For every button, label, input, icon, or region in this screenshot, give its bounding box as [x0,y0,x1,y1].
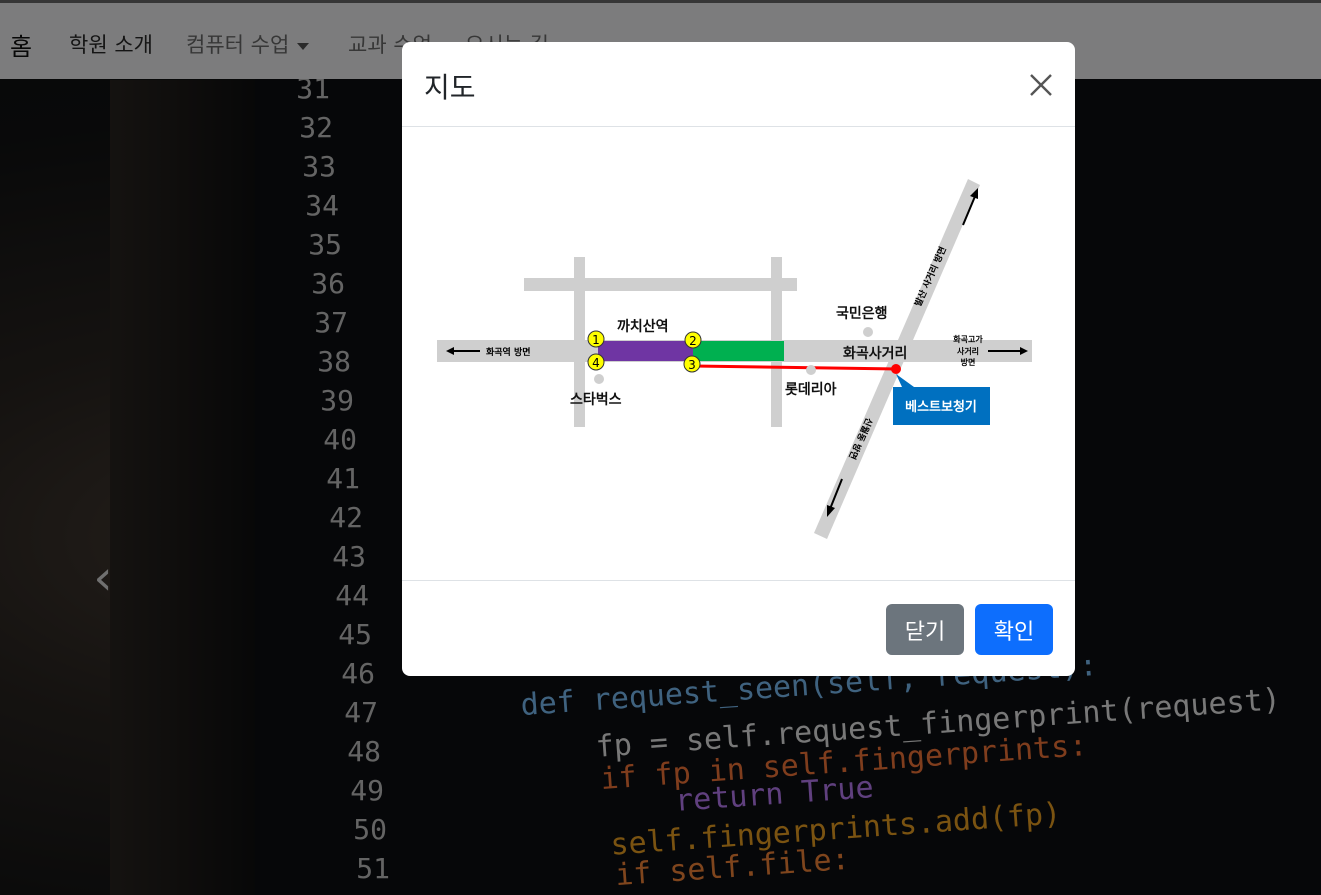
exit-1-marker: 1 [587,330,605,348]
confirm-button[interactable]: 확인 [975,604,1053,655]
starbucks-label: 스타벅스 [570,391,622,408]
modal-footer: 닫기 확인 [402,580,1075,676]
modal-body: 1 2 3 4 까치산역 스타벅스 국민은행 화곡사거리 롯데리아 베스트보청기… [402,127,1075,580]
exit-2-label: 2 [689,334,697,348]
map-modal: 지도 1 2 3 4 까치산역 스타벅스 국민은행 화곡사거리 롯데리아 베스트… [402,42,1075,676]
green-line-segment [693,341,784,361]
location-map: 1 2 3 4 까치산역 스타벅스 국민은행 화곡사거리 롯데리아 베스트보청기… [437,179,1032,539]
exit-3-marker: 3 [683,355,701,373]
exit-1-label: 1 [592,333,600,347]
lotteria-dot [806,365,816,375]
walking-route [693,364,897,371]
close-icon[interactable] [1029,73,1053,97]
destination-label: 베스트보청기 [905,399,977,415]
lotteria-label: 롯데리아 [785,381,837,398]
modal-header: 지도 [402,42,1075,127]
kb-bank-label: 국민은행 [836,305,888,322]
destination-point [891,364,901,374]
destination-pointer [896,374,914,387]
kb-bank-dot [863,327,873,337]
starbucks-dot [594,374,604,384]
east-direction: 화곡고가 사거리 방면 [953,334,1028,367]
exit-2-marker: 2 [684,331,702,349]
upper-road [524,278,797,291]
purple-line-segment [598,341,693,361]
modal-title: 지도 [424,71,476,104]
east-direction-line3: 방면 [961,357,976,367]
east-direction-line2: 사거리 [957,346,979,356]
crossroad-label: 화곡사거리 [843,346,907,362]
west-direction-label: 화곡역 방면 [486,346,531,358]
east-direction-line1: 화곡고가 [953,334,983,344]
close-button[interactable]: 닫기 [886,604,964,655]
exit-3-label: 3 [688,358,696,372]
exit-4-label: 4 [592,356,600,370]
station-label: 까치산역 [617,318,669,335]
exit-4-marker: 4 [587,353,605,371]
